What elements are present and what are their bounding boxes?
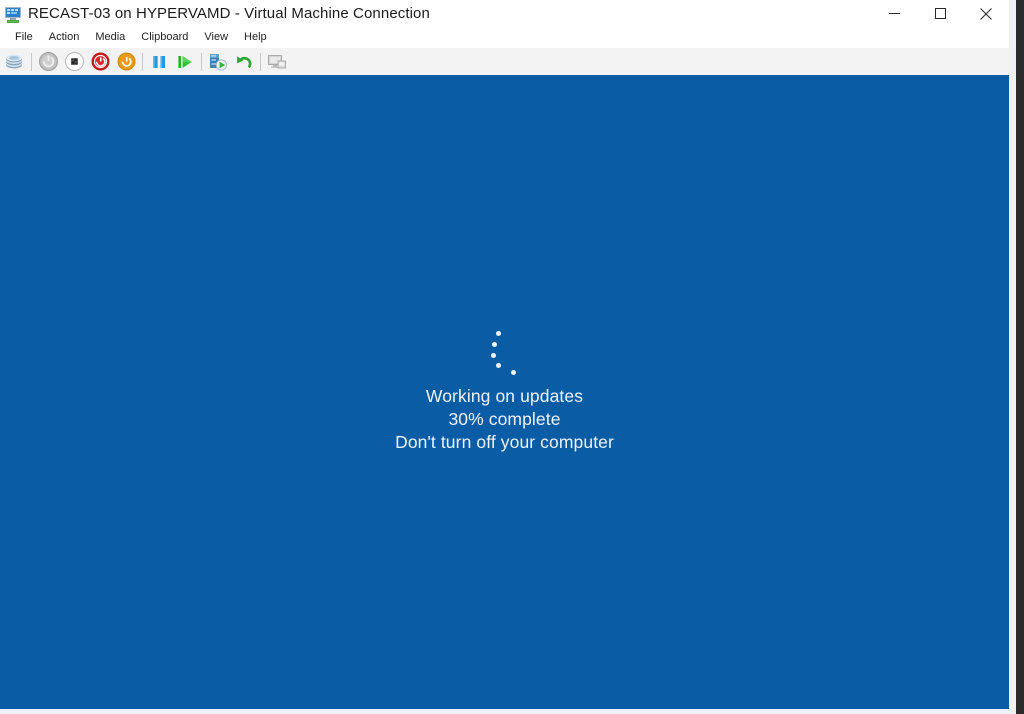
- menu-bar: File Action Media Clipboard View Help: [0, 27, 1009, 48]
- menu-item-view[interactable]: View: [196, 29, 236, 47]
- start-icon[interactable]: [35, 49, 61, 74]
- update-progress-line: 30% complete: [448, 408, 560, 431]
- ctrl-alt-delete-icon[interactable]: [2, 49, 28, 74]
- resume-icon[interactable]: [172, 49, 198, 74]
- pause-icon[interactable]: [146, 49, 172, 74]
- vm-connection-window: RECAST-03 on HYPERVAMD - Virtual Machine…: [0, 0, 1009, 709]
- toolbar-separator: [260, 53, 261, 71]
- toolbar-separator: [201, 53, 202, 71]
- toolbar: [0, 48, 1009, 78]
- reset-icon[interactable]: [113, 49, 139, 74]
- window-controls: [871, 0, 1009, 27]
- menu-item-file[interactable]: File: [7, 29, 41, 47]
- revert-icon[interactable]: [231, 49, 257, 74]
- menu-item-clipboard[interactable]: Clipboard: [133, 29, 196, 47]
- turn-off-icon[interactable]: [87, 49, 113, 74]
- window-title: RECAST-03 on HYPERVAMD - Virtual Machine…: [28, 0, 430, 27]
- update-status-line-1: Working on updates: [426, 385, 583, 408]
- vm-screen[interactable]: Working on updates 30% complete Don't tu…: [0, 78, 1009, 709]
- update-warning-line: Don't turn off your computer: [395, 431, 614, 454]
- menu-item-media[interactable]: Media: [87, 29, 133, 47]
- title-bar[interactable]: RECAST-03 on HYPERVAMD - Virtual Machine…: [0, 0, 1009, 27]
- checkpoint-icon[interactable]: [205, 49, 231, 74]
- close-button[interactable]: [963, 0, 1009, 27]
- loading-spinner-icon: [478, 329, 522, 373]
- screen-root: RECAST-03 on HYPERVAMD - Virtual Machine…: [0, 0, 1024, 714]
- menu-item-help[interactable]: Help: [236, 29, 275, 47]
- shut-down-icon[interactable]: [61, 49, 87, 74]
- minimize-button[interactable]: [871, 0, 917, 27]
- maximize-button[interactable]: [917, 0, 963, 27]
- toolbar-separator: [31, 53, 32, 71]
- menu-item-action[interactable]: Action: [41, 29, 88, 47]
- virtual-machine-connection-icon: [4, 6, 22, 24]
- windows-update-overlay: Working on updates 30% complete Don't tu…: [0, 329, 1009, 454]
- desktop-background-right: [1008, 0, 1016, 714]
- enhanced-session-icon[interactable]: [264, 49, 290, 74]
- toolbar-separator: [142, 53, 143, 71]
